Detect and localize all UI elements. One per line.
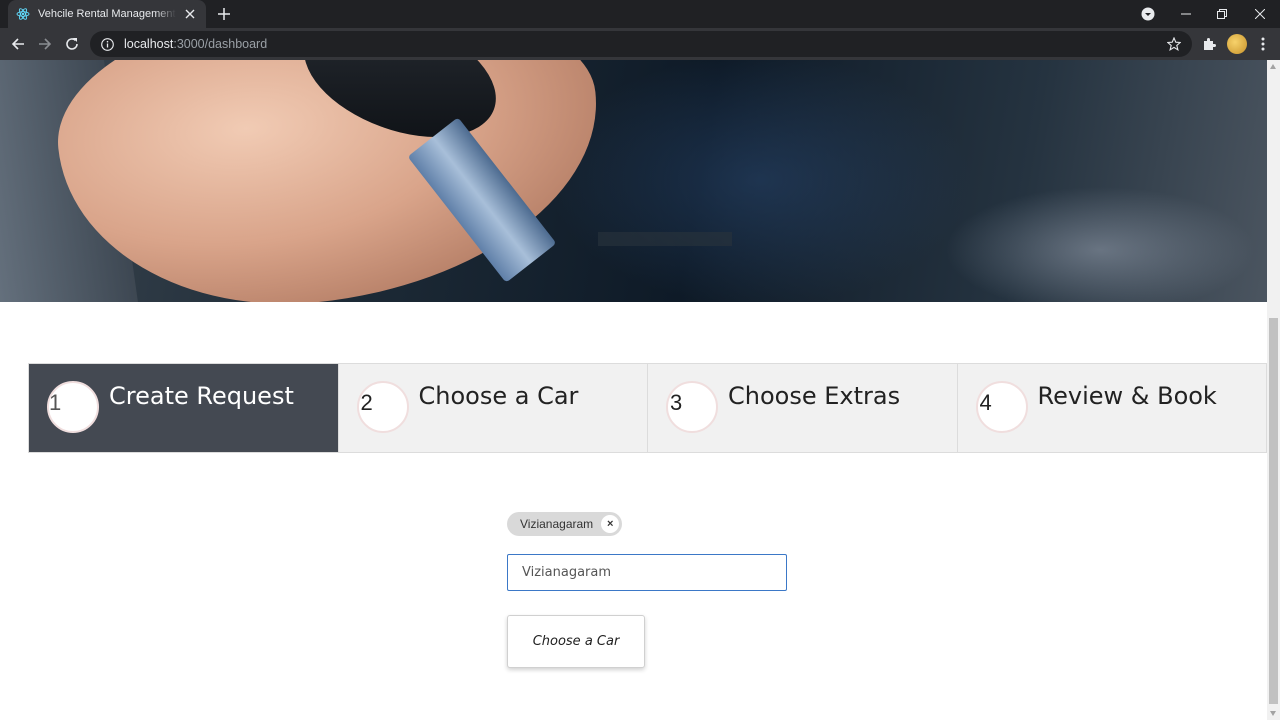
url-host: localhost <box>124 37 174 51</box>
close-window-icon[interactable] <box>1252 6 1268 22</box>
selected-city-chip: Vizianagaram × <box>507 512 623 536</box>
more-menu-icon[interactable] <box>1255 36 1271 52</box>
city-search-input[interactable] <box>507 554 787 591</box>
extensions-puzzle-icon[interactable] <box>1201 36 1217 52</box>
scroll-down-arrow-icon[interactable] <box>1270 711 1276 716</box>
close-tab-icon[interactable] <box>182 6 198 22</box>
profile-avatar[interactable] <box>1227 34 1247 54</box>
browser-tab-strip: Vehcile Rental Management System <box>0 0 1280 28</box>
step-choose-a-car[interactable]: 2 Choose a Car <box>338 364 648 452</box>
forward-arrow-icon[interactable] <box>37 36 53 52</box>
booking-stepper: 1 Create Request 2 Choose a Car 3 Choose… <box>28 363 1267 453</box>
step-number: 1 <box>49 390 62 415</box>
step-number: 2 <box>360 390 373 415</box>
step-number: 3 <box>670 390 683 415</box>
hero-banner-image <box>0 60 1267 302</box>
restore-icon[interactable] <box>1214 6 1230 22</box>
chip-remove-icon[interactable]: × <box>601 515 620 533</box>
minimize-icon[interactable] <box>1178 6 1194 22</box>
new-tab-plus-icon[interactable] <box>216 6 232 22</box>
scroll-up-arrow-icon[interactable] <box>1270 64 1276 69</box>
chip-label: Vizianagaram <box>520 517 594 531</box>
address-bar[interactable]: localhost:3000/dashboard <box>90 31 1192 57</box>
step-review-and-book[interactable]: 4 Review & Book <box>957 364 1267 452</box>
step-label: Choose Extras <box>728 382 901 410</box>
step-label: Choose a Car <box>418 382 579 410</box>
tab-title: Vehcile Rental Management System <box>38 8 176 20</box>
step-choose-extras[interactable]: 3 Choose Extras <box>648 364 958 452</box>
hero-watermark <box>598 232 732 246</box>
back-arrow-icon[interactable] <box>10 36 26 52</box>
url-text: localhost:3000/dashboard <box>124 37 267 51</box>
react-logo-icon <box>16 7 30 21</box>
browser-toolbar: localhost:3000/dashboard <box>0 28 1280 60</box>
profile-download-icon[interactable] <box>1140 6 1156 22</box>
reload-icon[interactable] <box>64 36 80 52</box>
step-create-request[interactable]: 1 Create Request <box>29 364 339 452</box>
choose-a-car-button[interactable]: Choose a Car <box>507 615 645 668</box>
url-path: :3000/dashboard <box>173 37 268 51</box>
site-info-icon[interactable] <box>100 37 114 51</box>
page-scrollbar[interactable] <box>1267 60 1280 720</box>
step-label: Review & Book <box>1037 382 1217 410</box>
step-number: 4 <box>979 390 992 415</box>
scrollbar-thumb[interactable] <box>1269 318 1278 704</box>
bookmark-star-icon[interactable] <box>1166 36 1182 52</box>
browser-tab[interactable]: Vehcile Rental Management System <box>8 0 206 28</box>
page-viewport: 1 Create Request 2 Choose a Car 3 Choose… <box>0 60 1280 720</box>
step-label: Create Request <box>109 382 294 410</box>
